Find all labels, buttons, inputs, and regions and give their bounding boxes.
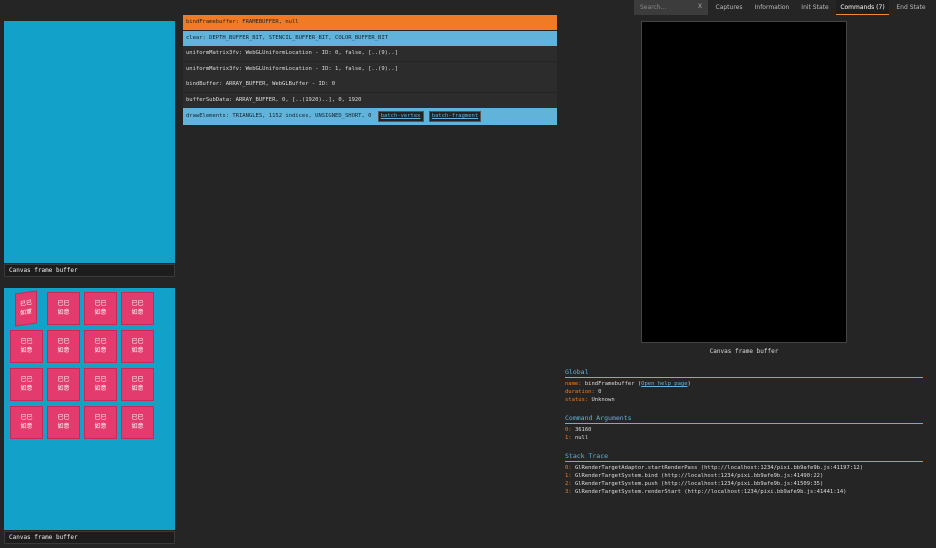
frame-buffer-thumbnail-1[interactable] xyxy=(4,21,175,263)
sprite-tile-text: 已已 如意 xyxy=(94,414,107,430)
tab-end-state[interactable]: End State xyxy=(893,0,929,15)
status-key: status: xyxy=(565,397,589,403)
batch-vertex-link[interactable]: batch-vertex xyxy=(377,111,424,122)
sprite-tile: 已已 如意 xyxy=(10,330,43,363)
command-row-clear[interactable]: clear: DEPTH_BUFFER_BIT, STENCIL_BUFFER_… xyxy=(183,31,557,46)
sprite-tile: 已已 如意 xyxy=(121,330,154,363)
sprite-tile-text: 已已 如意 xyxy=(131,414,144,430)
sprite-tile: 已已 如意 xyxy=(10,368,43,401)
tab-information[interactable]: Information xyxy=(750,0,794,15)
stack-trace-row: 0: GlRenderTargetAdaptor.startRenderPass… xyxy=(565,465,863,471)
sprite-tile: 已已 如意 xyxy=(121,292,154,325)
search-clear-button[interactable]: X xyxy=(698,3,702,10)
command-row-uniform-matrix-1[interactable]: uniformMatrix3fv: WebGLUniformLocation -… xyxy=(183,46,557,61)
duration-key: duration: xyxy=(565,389,595,395)
command-text: drawElements: TRIANGLES, 1152 indices, U… xyxy=(186,113,372,119)
sprite-tile: 已已 如意 xyxy=(47,292,80,325)
sprite-tile-text: 已已 如意 xyxy=(20,338,33,354)
sprite-tile-text: 已已 如意 xyxy=(57,376,70,392)
command-row-draw-elements[interactable]: drawElements: TRIANGLES, 1152 indices, U… xyxy=(183,108,557,125)
global-section-title: Global xyxy=(565,368,923,378)
frame-buffer-preview xyxy=(641,21,847,343)
stack-frame: GlRenderTargetAdaptor.startRenderPass (h… xyxy=(574,465,864,471)
global-duration-row: duration: 0 xyxy=(565,389,601,395)
sprite-tile: 已已 如意 xyxy=(121,368,154,401)
thumbnail-label-2: Canvas frame buffer xyxy=(4,531,175,544)
sprite-tile: 已已 如意 xyxy=(10,406,43,439)
sprite-tile-text: 已已 如意 xyxy=(94,338,107,354)
top-navigation-bar: X Captures Information Init State Comman… xyxy=(0,0,936,15)
argument-key: 0: xyxy=(565,427,572,433)
global-status-row: status: Unknown xyxy=(565,397,615,403)
command-row-bind-buffer[interactable]: bindBuffer: ARRAY_BUFFER, WebGLBuffer - … xyxy=(183,77,557,92)
stack-trace-row: 2: GlRenderTargetSystem.push (http://loc… xyxy=(565,481,823,487)
argument-value: null xyxy=(574,435,589,441)
stack-index: 2: xyxy=(565,481,572,487)
tab-captures[interactable]: Captures xyxy=(712,0,746,15)
stack-index: 1: xyxy=(565,473,572,479)
status-value: Unknown xyxy=(591,397,615,403)
preview-label: Canvas frame buffer xyxy=(709,348,779,355)
tab-init-state[interactable]: Init State xyxy=(797,0,833,15)
sprite-tile-text: 已已 如意 xyxy=(57,300,70,316)
stack-frame: GlRenderTargetSystem.bind (http://localh… xyxy=(574,473,824,479)
sprite-tile-text: 已已 如意 xyxy=(131,338,144,354)
sprite-tile-text: 已已 如意 xyxy=(57,338,70,354)
batch-fragment-link[interactable]: batch-fragment xyxy=(428,111,482,122)
stack-frame: GlRenderTargetSystem.renderStart (http:/… xyxy=(574,489,847,495)
duration-value: 0 xyxy=(598,389,602,395)
tab-commands[interactable]: Commands (7) xyxy=(836,0,889,15)
command-row-bind-framebuffer[interactable]: bindFramebuffer: FRAMEBUFFER, null xyxy=(183,15,557,30)
search-box: X xyxy=(634,0,708,15)
global-name-row: name: bindFramebuffer (Open help page) xyxy=(565,381,691,387)
stack-index: 0: xyxy=(565,465,572,471)
stack-trace-row: 1: GlRenderTargetSystem.bind (http://loc… xyxy=(565,473,823,479)
argument-row: 1: null xyxy=(565,435,588,441)
open-help-page-link[interactable]: Open help page xyxy=(641,381,687,387)
name-key: name: xyxy=(565,381,582,387)
sprite-tile-text: 已已 如意 xyxy=(131,376,144,392)
sprite-tile: 已已 如意 xyxy=(47,368,80,401)
sprite-tile: 已已 如意 xyxy=(84,330,117,363)
command-row-buffer-sub-data[interactable]: bufferSubData: ARRAY_BUFFER, 0, [..(1920… xyxy=(183,93,557,108)
frame-buffer-thumbnail-2[interactable]: 已已 如意 已已 如意 已已 如意 已已 如意 已已 如意 已已 如意 已已 如意 已已 如意… xyxy=(4,288,175,530)
sprite-tile: 已已 如意 xyxy=(84,368,117,401)
sprite-tile-text: 已已 如意 xyxy=(57,414,70,430)
argument-value: 36160 xyxy=(574,427,592,433)
sprite-tile: 已已 如意 xyxy=(47,406,80,439)
search-input[interactable] xyxy=(640,2,692,12)
sprite-tile-text: 已已 如意 xyxy=(94,376,107,392)
stack-trace-row: 3: GlRenderTargetSystem.renderStart (htt… xyxy=(565,489,846,495)
command-arguments-title: Command Arguments xyxy=(565,414,923,424)
argument-row: 0: 36160 xyxy=(565,427,592,433)
sprite-tile: 已已 如意 xyxy=(121,406,154,439)
command-row-uniform-matrix-2[interactable]: uniformMatrix3fv: WebGLUniformLocation -… xyxy=(183,62,557,77)
sprite-tile: 已已 如意 xyxy=(84,292,117,325)
sprite-tile: 已已 如意 xyxy=(15,290,37,327)
stack-frame: GlRenderTargetSystem.push (http://localh… xyxy=(574,481,824,487)
argument-key: 1: xyxy=(565,435,572,441)
stack-index: 3: xyxy=(565,489,572,495)
sprite-tile-text: 已已 如意 xyxy=(19,299,32,317)
sprite-tile-text: 已已 如意 xyxy=(20,414,33,430)
sprite-tile-text: 已已 如意 xyxy=(20,376,33,392)
thumbnail-label-1: Canvas frame buffer xyxy=(4,264,175,277)
sprite-tile: 已已 如意 xyxy=(84,406,117,439)
stack-trace-title: Stack Trace xyxy=(565,452,923,462)
sprite-tile-text: 已已 如意 xyxy=(131,300,144,316)
sprite-tile: 已已 如意 xyxy=(47,330,80,363)
sprite-tile-text: 已已 如意 xyxy=(94,300,107,316)
name-value: bindFramebuffer xyxy=(584,381,635,387)
